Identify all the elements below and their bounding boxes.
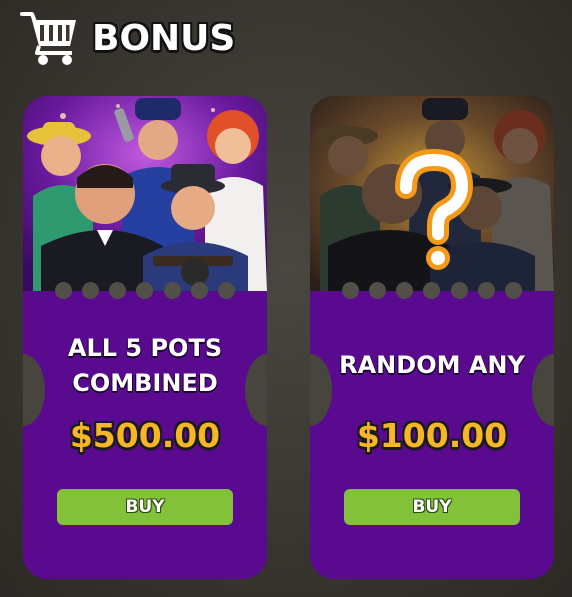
page-title: BONUS xyxy=(92,17,236,59)
page-header: BONUS xyxy=(20,10,235,66)
ticket-perforation xyxy=(55,282,235,300)
card-title-line: RANDOM ANY xyxy=(339,351,525,379)
card-title-line: ALL 5 POTS xyxy=(67,334,223,362)
mafia-gang-illustration xyxy=(23,96,267,291)
card-price: $500.00 xyxy=(69,416,221,455)
buy-button[interactable]: BUY xyxy=(344,489,520,525)
card-title-line: COMBINED xyxy=(72,369,218,397)
card-title: RANDOM ANY xyxy=(310,348,554,383)
card-title: ALL 5 POTS COMBINED xyxy=(23,331,267,401)
card-price: $100.00 xyxy=(356,416,508,455)
cart-icon xyxy=(20,12,76,65)
bonus-card-all-pots: ALL 5 POTS COMBINED $500.00 BUY xyxy=(23,96,267,579)
mystery-question-mark-illustration xyxy=(310,96,554,291)
bonus-card-random: RANDOM ANY $100.00 BUY xyxy=(310,96,554,579)
buy-button[interactable]: BUY xyxy=(57,489,233,525)
ticket-perforation xyxy=(342,282,522,300)
